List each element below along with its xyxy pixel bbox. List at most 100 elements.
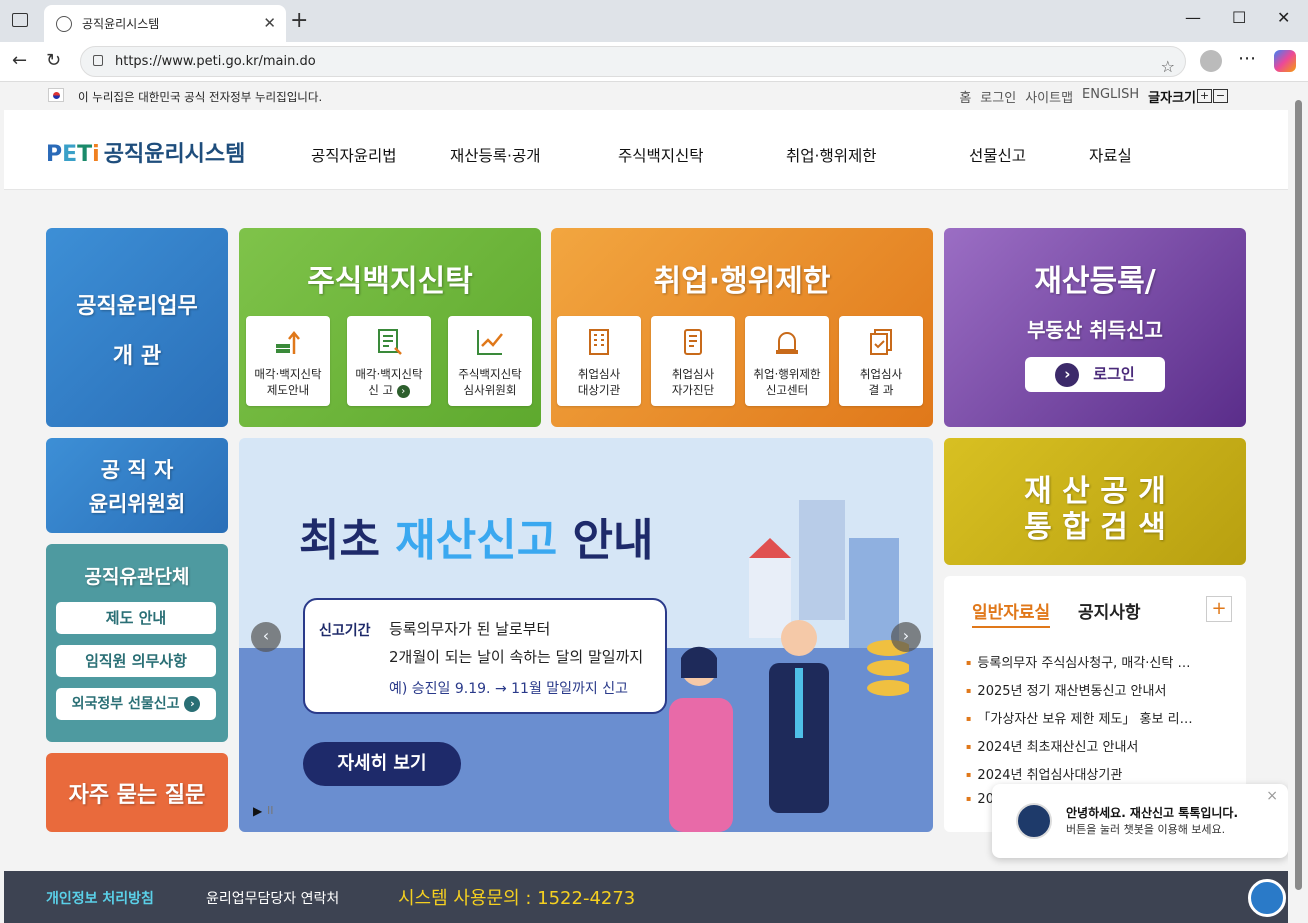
documents-check-icon (870, 329, 892, 355)
employ-card-selfcheck[interactable]: 취업심사자가진단 (651, 316, 735, 406)
property-registration-tile: 재산등록/ 부동산 취득신고 › 로그인 (944, 228, 1246, 427)
url-field[interactable]: https://www.peti.go.kr/main.do ☆ (80, 46, 1186, 77)
employ-card-results-l2: 결 과 (868, 383, 894, 397)
news-item[interactable]: 2025년 정기 재산변동신고 안내서 (966, 680, 1224, 699)
news-item[interactable]: 2024년 취업심사대상기관 (966, 764, 1224, 783)
employ-card-results[interactable]: 취업심사결 과 (839, 316, 923, 406)
menu-archive[interactable]: 자료실 (1089, 144, 1132, 166)
link-home[interactable]: 홈 (959, 87, 971, 106)
menu-property-registration[interactable]: 재산등록·공개 (450, 144, 541, 166)
page-scrollbar[interactable] (1290, 82, 1308, 923)
profile-avatar[interactable] (1200, 50, 1222, 72)
maximize-icon[interactable]: ☐ (1232, 8, 1246, 27)
employ-card-institutions[interactable]: 취업심사 대상기관 (557, 316, 641, 406)
public-org-title: 공직유관단체 (84, 566, 190, 588)
browser-tab[interactable]: 공직윤리시스템 ✕ (44, 5, 286, 42)
minimize-icon[interactable]: — (1185, 8, 1201, 27)
more-button[interactable]: + (1206, 596, 1232, 622)
banner-detail-button[interactable]: 자세히 보기 (303, 742, 461, 786)
committee-line1: 공 직 자 (100, 458, 174, 482)
footer-contact-link[interactable]: 윤리업무담당자 연락처 (206, 888, 339, 908)
copilot-icon[interactable] (1274, 50, 1296, 72)
footer-privacy-link[interactable]: 개인정보 처리방침 (46, 888, 154, 908)
chat-line1: 안녕하세요. 재산신고 톡톡입니다. (1066, 806, 1239, 820)
building-icon (589, 329, 609, 355)
browser-tabbar: 공직윤리시스템 ✕ + — ☐ ✕ (0, 0, 1308, 42)
globe-icon (56, 15, 72, 32)
org-foreign-gift-label: 외국정부 선물신고 (71, 696, 180, 712)
chevron-right-icon: › (1055, 362, 1080, 387)
news-item[interactable]: 「가상자산 보유 제한 제도」 홍보 리… (966, 708, 1224, 727)
logo-letter-i: i (92, 142, 100, 167)
news-item[interactable]: 등록의무자 주식심사청구, 매각·신탁 … (966, 652, 1224, 671)
stock-card-guide-l2: 제도안내 (266, 383, 310, 397)
font-plus-button[interactable]: + (1197, 89, 1212, 103)
faq-tile[interactable]: 자주 묻는 질문 (46, 753, 228, 832)
banner-title-a: 최초 (299, 515, 380, 566)
stock-card-report[interactable]: 매각·백지신탁 신 고 › (347, 316, 431, 406)
employ-card-report-center-l1: 취업·행위제한 (753, 367, 821, 381)
lock-icon (93, 55, 103, 66)
link-login[interactable]: 로그인 (980, 87, 1016, 106)
reload-icon[interactable]: ↻ (46, 50, 61, 71)
korean-flag-icon (48, 88, 64, 102)
logo-letter-e: E (62, 142, 78, 167)
stock-card-committee-l2: 심사위원회 (463, 383, 517, 397)
gov-notice: 이 누리집은 대한민국 공식 전자정부 누리집입니다. (78, 90, 323, 104)
stock-card-guide[interactable]: 매각·백지신탁 제도안내 (246, 316, 330, 406)
new-tab-icon[interactable]: + (290, 8, 308, 33)
more-menu-icon[interactable]: ⋯ (1238, 48, 1256, 69)
chat-close-icon[interactable]: × (1266, 788, 1278, 804)
link-sitemap[interactable]: 사이트맵 (1025, 87, 1073, 106)
banner-prev-arrow[interactable]: ‹ (251, 622, 281, 652)
property-line2: 부동산 취득신고 (1027, 318, 1163, 342)
property-login-button[interactable]: › 로그인 (1025, 357, 1165, 392)
menu-employment-restriction[interactable]: 취업·행위제한 (786, 144, 877, 166)
property-disclosure-tile[interactable]: 재 산 공 개 통 합 검 색 (944, 438, 1246, 565)
chat-bubble-icon[interactable] (1248, 879, 1286, 917)
banner-period-label: 신고기간 (319, 623, 371, 639)
banner-title: 최초 재산신고 안내 (299, 504, 654, 568)
tab-general-archive[interactable]: 일반자료실 (972, 598, 1051, 628)
favorite-star-icon[interactable]: ☆ (1161, 52, 1175, 81)
menu-blind-trust[interactable]: 주식백지신탁 (618, 144, 704, 166)
main-banner[interactable]: 최초 재산신고 안내 신고기간 등록의무자가 된 날로부터 2개월이 되는 날이… (239, 438, 933, 832)
footer-system-inquiry: 시스템 사용문의 : 1522-4273 (398, 888, 636, 909)
scroll-document-icon (684, 329, 702, 355)
employ-card-results-l1: 취업심사 (859, 367, 903, 381)
tab-notices[interactable]: 공지사항 (1078, 598, 1141, 623)
site-logo[interactable]: PETi 공직윤리시스템 (46, 136, 245, 168)
news-item[interactable]: 2024년 최초재산신고 안내서 (966, 736, 1224, 755)
stock-card-report-l2: 신 고 (368, 383, 394, 397)
scrollbar-thumb[interactable] (1295, 100, 1302, 890)
employ-card-selfcheck-l1: 취업심사 (671, 367, 715, 381)
tab-title: 공직윤리시스템 (82, 17, 160, 31)
site-header: PETi 공직윤리시스템 공직자윤리법 재산등록·공개 주식백지신탁 취업·행위제… (4, 110, 1288, 190)
chatbot-avatar-icon (1016, 803, 1052, 839)
stock-card-committee[interactable]: 주식백지신탁 심사위원회 (448, 316, 532, 406)
menu-ethics-law[interactable]: 공직자윤리법 (311, 144, 397, 166)
banner-pause-button[interactable]: II (267, 804, 274, 817)
banner-illustration (749, 500, 909, 813)
font-minus-button[interactable]: − (1213, 89, 1228, 103)
blind-trust-title: 주식백지신탁 (307, 264, 473, 299)
org-foreign-gift-button[interactable]: 외국정부 선물신고 › (56, 688, 216, 720)
banner-play-button[interactable]: ▶ (253, 804, 262, 818)
employ-card-report-center[interactable]: 취업·행위제한 신고센터 (745, 316, 829, 406)
link-english[interactable]: ENGLISH (1082, 87, 1139, 106)
ethics-committee-tile[interactable]: 공 직 자 윤리위원회 (46, 438, 228, 533)
chatbot-popup[interactable]: 안녕하세요. 재산신고 톡톡입니다. 버튼을 눌러 챗봇을 이용해 보세요. × (992, 784, 1288, 858)
close-window-icon[interactable]: ✕ (1277, 8, 1290, 27)
stock-card-report-l1: 매각·백지신탁 (355, 367, 423, 381)
org-system-guide-button[interactable]: 제도 안내 (56, 602, 216, 634)
close-tab-icon[interactable]: ✕ (263, 14, 276, 32)
employ-card-selfcheck-l2: 자가진단 (671, 383, 715, 397)
banner-title-b: 재산신고 (395, 515, 558, 566)
menu-gift-report[interactable]: 선물신고 (969, 144, 1026, 166)
org-employee-duties-button[interactable]: 임직원 의무사항 (56, 645, 216, 677)
logo-letter-p: P (46, 142, 63, 167)
back-icon[interactable]: ← (12, 50, 27, 71)
banner-next-arrow[interactable]: › (891, 622, 921, 652)
overview-tile[interactable]: 공직윤리업무 개 관 (46, 228, 228, 427)
tab-actions-icon[interactable] (12, 13, 28, 27)
